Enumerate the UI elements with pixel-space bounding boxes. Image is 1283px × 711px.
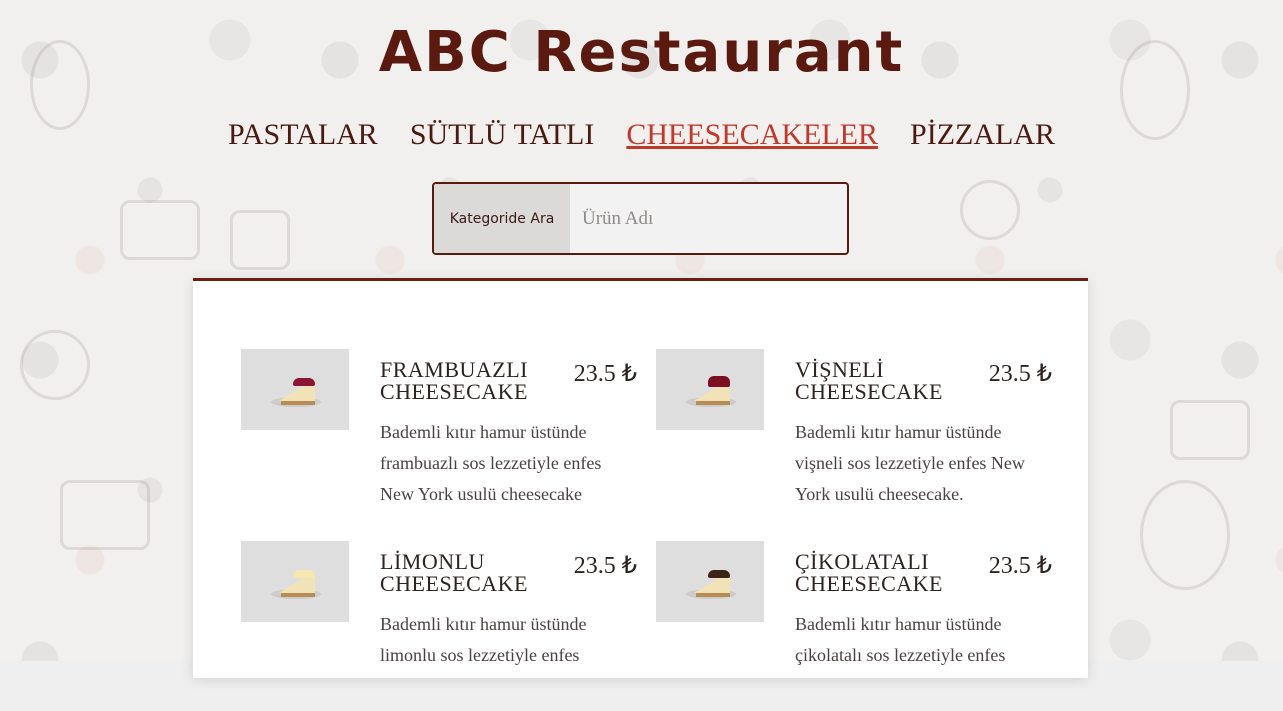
product-card[interactable]: VİŞNELİ CHEESECAKE 23.5 ₺ Bademli kıtır … — [656, 349, 1056, 519]
product-panel: FRAMBUAZLI CHEESECAKE 23.5 ₺ Bademli kıt… — [193, 278, 1088, 678]
product-image — [656, 349, 764, 430]
category-search: Kategoride Ara — [432, 182, 849, 255]
background-doodle — [960, 180, 1020, 240]
category-nav: PASTALAR SÜTLÜ TATLI CHEESECAKELER PİZZA… — [0, 118, 1283, 152]
product-image — [241, 349, 349, 430]
product-image — [656, 541, 764, 622]
product-name: ÇİKOLATALI CHEESECAKE — [795, 551, 965, 595]
brand-title: ABC Restaurant — [0, 20, 1283, 85]
product-card[interactable]: ÇİKOLATALI CHEESECAKE 23.5 ₺ Bademli kıt… — [656, 541, 1056, 711]
background-doodle — [60, 480, 150, 550]
tab-pizzalar[interactable]: PİZZALAR — [910, 118, 1055, 152]
background-doodle — [230, 210, 290, 270]
product-image — [241, 541, 349, 622]
background-doodle — [1170, 400, 1250, 460]
background-doodle — [1140, 480, 1230, 590]
tab-cheesecakeler[interactable]: CHEESECAKELER — [626, 118, 878, 152]
product-description: Bademli kıtır hamur üstünde vişneli sos … — [795, 417, 1045, 510]
product-price: 23.5 ₺ — [567, 359, 637, 388]
product-description: Bademli kıtır hamur üstünde çikolatalı s… — [795, 609, 1045, 671]
product-price: 23.5 ₺ — [567, 551, 637, 580]
product-card[interactable]: FRAMBUAZLI CHEESECAKE 23.5 ₺ Bademli kıt… — [241, 349, 641, 519]
product-name: LİMONLU CHEESECAKE — [380, 551, 550, 595]
tab-sutlu-tatli[interactable]: SÜTLÜ TATLI — [410, 118, 595, 152]
search-input[interactable] — [570, 184, 847, 253]
background-doodle — [20, 330, 90, 400]
product-price: 23.5 ₺ — [982, 551, 1052, 580]
tab-pastalar[interactable]: PASTALAR — [228, 118, 378, 152]
product-name: VİŞNELİ CHEESECAKE — [795, 359, 965, 403]
product-description: Bademli kıtır hamur üstünde limonlu sos … — [380, 609, 630, 671]
search-label: Kategoride Ara — [434, 184, 570, 253]
product-name: FRAMBUAZLI CHEESECAKE — [380, 359, 550, 403]
product-price: 23.5 ₺ — [982, 359, 1052, 388]
background-doodle — [120, 200, 200, 260]
product-description: Bademli kıtır hamur üstünde frambuazlı s… — [380, 417, 630, 510]
product-card[interactable]: LİMONLU CHEESECAKE 23.5 ₺ Bademli kıtır … — [241, 541, 641, 711]
